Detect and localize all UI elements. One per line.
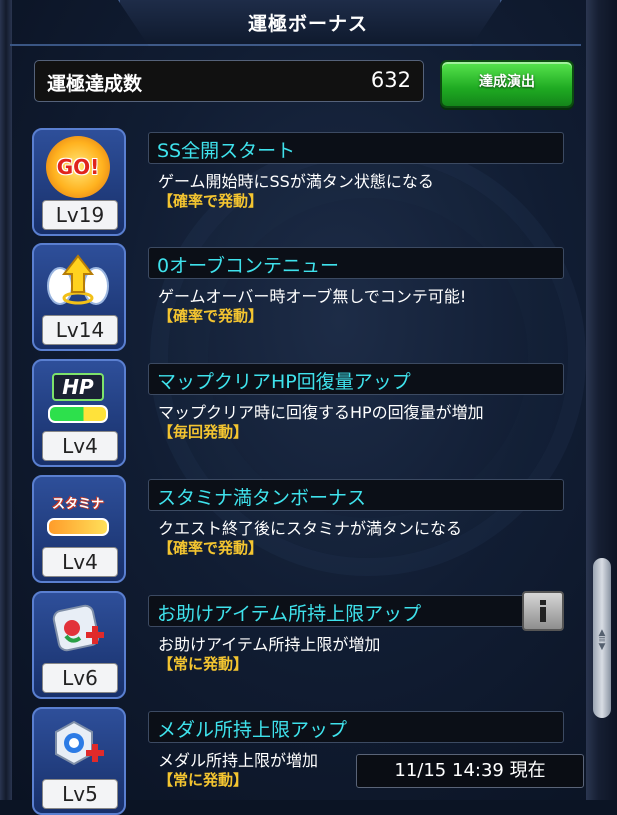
bonus-level: Lv4 [42,431,118,461]
stamina-gauge-icon [47,517,109,536]
bonus-item[interactable]: スタミナ Lv4 スタミナ満タンボーナス クエスト終了後にスタミナが満タンになる… [32,475,572,583]
bonus-level: Lv14 [42,315,118,345]
bonus-trigger: 【確率で発動】 [158,307,264,325]
bonus-description: ゲームオーバー時オーブ無しでコンテ可能! [158,287,467,306]
medal-icon [55,720,104,766]
help-item-icon [44,599,112,661]
bonus-title: メダル所持上限アップ [157,719,348,741]
page-title: 運極ボーナス [247,13,368,35]
winged-arrow-icon [44,251,112,313]
bonus-level: Lv6 [42,663,118,693]
timestamp-label: 11/15 14:39 現在 [356,754,584,788]
bonus-badge: Lv5 [32,707,126,815]
bonus-title-bar: マップクリアHP回復量アップ [148,363,564,395]
scroll-grip-icon: ▲ ≡ ▼ [598,628,606,652]
bonus-description: マップクリア時に回復するHPの回復量が増加 [158,403,484,422]
bonus-trigger: 【確率で発動】 [158,192,264,210]
bonus-description: お助けアイテム所持上限が増加 [158,635,381,654]
bonus-trigger: 【常に発動】 [158,655,249,673]
achievement-count-label: 運極達成数 [47,73,143,95]
achievement-count-value: 632 [370,68,411,92]
bonus-item[interactable]: HP Lv4 マップクリアHP回復量アップ マップクリア時に回復するHPの回復量… [32,359,572,467]
bonus-badge: GO! Lv19 [32,128,126,236]
bonus-title: 0オーブコンテニュー [157,255,339,277]
bonus-description: クエスト終了後にスタミナが満タンになる [158,519,463,538]
hp-recovery-icon: HP [44,367,112,429]
bonus-description: ゲーム開始時にSSが満タン状態になる [158,172,434,191]
bonus-trigger: 【毎回発動】 [158,423,249,441]
bonus-trigger: 【確率で発動】 [158,539,264,557]
bonus-item[interactable]: GO! Lv19 SS全開スタート ゲーム開始時にSSが満タン状態になる 【確率… [32,128,572,236]
bonus-level: Lv19 [42,200,118,230]
bonus-description: メダル所持上限が増加 [158,751,319,770]
bonus-title-bar: SS全開スタート [148,132,564,164]
info-icon [540,600,546,622]
bonus-title: お助けアイテム所持上限アップ [157,603,422,625]
bonus-badge: Lv14 [32,243,126,351]
stamina-icon: スタミナ [44,483,112,545]
bonus-item[interactable]: Lv6 お助けアイテム所持上限アップ お助けアイテム所持上限が増加 【常に発動】 [32,591,572,699]
achievement-count-box: 運極達成数 632 [34,60,424,102]
bonus-badge: Lv6 [32,591,126,699]
bonus-title-bar: スタミナ満タンボーナス [148,479,564,511]
bonus-title-bar: 0オーブコンテニュー [148,247,564,279]
hp-gauge-icon [48,405,108,423]
bonus-level: Lv4 [42,547,118,577]
help-item-icon [52,604,104,652]
ss-go-icon: GO! [46,136,110,198]
bonus-badge: スタミナ Lv4 [32,475,126,583]
scrollbar-thumb[interactable]: ▲ ≡ ▼ [593,558,611,718]
bonus-title-bar: メダル所持上限アップ [148,711,564,743]
bonus-badge: HP Lv4 [32,359,126,467]
bonus-title: SS全開スタート [157,140,296,162]
bonus-title-bar: お助けアイテム所持上限アップ [148,595,564,627]
info-button[interactable] [522,591,564,631]
winged-arrow-icon [47,254,109,305]
achievement-performance-button[interactable]: 達成演出 [440,60,574,108]
bonus-title: スタミナ満タンボーナス [157,487,367,509]
bonus-level: Lv5 [42,779,118,809]
bonus-item[interactable]: Lv14 0オーブコンテニュー ゲームオーバー時オーブ無しでコンテ可能! 【確率… [32,243,572,351]
bonus-title: マップクリアHP回復量アップ [157,371,411,393]
medal-icon [44,715,112,777]
left-frame [0,0,12,800]
bonus-trigger: 【常に発動】 [158,771,249,789]
